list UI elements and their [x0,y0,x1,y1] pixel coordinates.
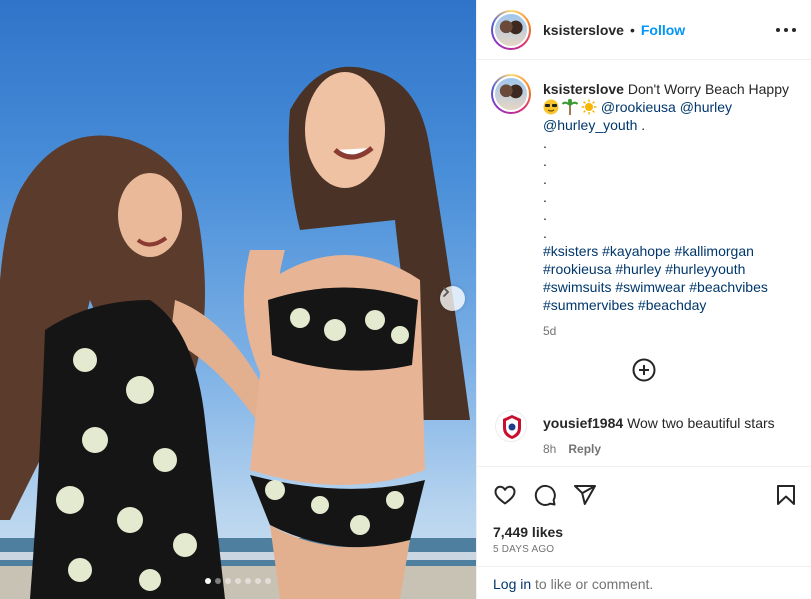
post-side-panel: ksisterslove • Follow ksisterslove Don't… [476,0,811,599]
like-count[interactable]: 7,449 likes [493,524,563,540]
hashtag[interactable]: #kallimorgan [675,243,754,259]
author-username[interactable]: ksisterslove [543,22,624,38]
more-options-icon[interactable] [776,20,796,40]
author-avatar[interactable] [491,9,531,50]
hashtag[interactable]: #kayahope [602,243,671,259]
caption-username[interactable]: ksisterslove [543,81,624,97]
club-crest-icon [503,415,521,439]
caption-period: . [641,117,646,133]
carousel-dot [245,578,251,584]
carousel-dot [265,578,271,584]
hashtag[interactable]: #ksisters [543,243,598,259]
carousel-dot [225,578,231,584]
follow-button[interactable]: Follow [641,22,685,38]
palm-tree-emoji-icon [562,99,578,115]
commenter-username[interactable]: yousief1984 [543,415,623,431]
hashtag[interactable]: #hurley [615,261,661,277]
hashtag[interactable]: #swimwear [615,279,685,295]
hashtag[interactable]: #summervibes [543,297,634,313]
sunglasses-emoji-icon [543,99,559,115]
caption-age[interactable]: 5d [543,322,801,340]
comment-meta: 8h Reply [543,440,803,458]
mention-hurley[interactable]: @hurley [680,99,732,115]
commenter-avatar[interactable] [495,410,527,442]
reply-button[interactable]: Reply [568,440,601,458]
post-date[interactable]: 5 DAYS AGO [493,544,554,555]
caption-dot: . [543,189,547,205]
caption-dot: . [543,171,547,187]
share-icon[interactable] [573,483,597,507]
login-link[interactable]: Log in [493,576,531,592]
caption-avatar[interactable] [491,74,531,114]
hashtag[interactable]: #beachvibes [689,279,768,295]
caption-dot: . [543,153,547,169]
caption-text: ksisterslove Don't Worry Beach Happy @ro… [543,80,801,340]
beach-photo [0,66,476,599]
carousel-dot [205,578,211,584]
carousel-indicator [0,578,476,584]
caption-emojis [543,99,597,115]
caption-dot: . [543,207,547,223]
next-slide-button[interactable] [440,286,465,311]
comments-list[interactable]: ksisterslove Don't Worry Beach Happy @ro… [477,61,811,466]
bookmark-icon[interactable] [774,483,798,507]
hashtag[interactable]: #beachday [638,297,707,313]
carousel-dot [235,578,241,584]
comment-text: Wow two beautiful stars [627,415,775,431]
carousel-dot [255,578,261,584]
comment-age[interactable]: 8h [543,440,556,458]
heart-icon[interactable] [493,483,517,507]
sun-emoji-icon [581,99,597,115]
mention-hurley-youth[interactable]: @hurley_youth [543,117,637,133]
hashtag[interactable]: #hurleyyouth [665,261,745,277]
post-modal: ksisterslove • Follow ksisterslove Don't… [0,0,811,599]
comment-icon[interactable] [533,483,557,507]
caption-dot: . [543,135,547,151]
separator-dot: • [629,21,635,38]
carousel-dot [215,578,221,584]
post-actions: 7,449 likes 5 DAYS AGO [477,466,811,566]
mention-rookieusa[interactable]: @rookieusa [601,99,676,115]
comment-body: yousief1984 Wow two beautiful stars 8h R… [543,414,803,458]
caption-dot: . [543,225,547,241]
login-prompt: Log in to like or comment. [477,566,811,599]
login-prompt-text: to like or comment. [531,576,654,592]
hashtag[interactable]: #swimsuits [543,279,611,295]
hashtag[interactable]: #rookieusa [543,261,612,277]
load-more-comments-icon[interactable] [632,358,656,382]
caption-body: Don't Worry Beach Happy [627,81,789,97]
post-header: ksisterslove • Follow [477,0,811,60]
chevron-right-icon [443,287,450,297]
action-icons [493,483,798,507]
post-media[interactable] [0,0,476,599]
